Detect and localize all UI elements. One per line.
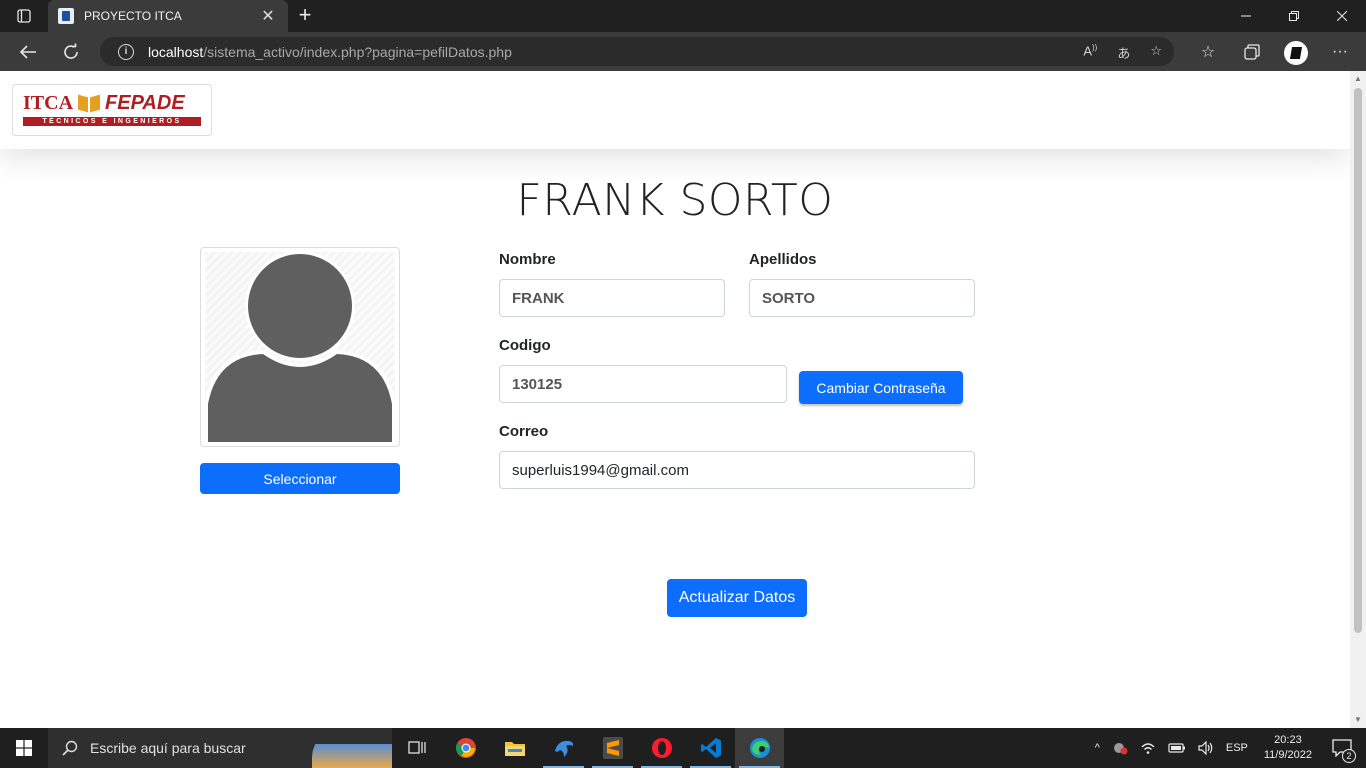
language-indicator[interactable]: ESP (1220, 742, 1254, 754)
site-header: ITCA FEPADE TÉCNICOS E INGENIEROS (0, 71, 1350, 149)
site-favicon-icon (58, 8, 74, 24)
update-data-button[interactable]: Actualizar Datos (667, 579, 807, 617)
taskbar-search[interactable]: Escribe aquí para buscar (48, 728, 392, 768)
clock-date: 11/9/2022 (1263, 749, 1312, 761)
select-photo-button[interactable]: Seleccionar (200, 463, 400, 494)
search-icon (62, 740, 78, 756)
site-info-icon[interactable]: i (118, 43, 134, 60)
battery-icon[interactable] (1162, 742, 1192, 754)
search-highlight-image (312, 728, 392, 768)
itca-fepade-logo[interactable]: ITCA FEPADE TÉCNICOS E INGENIEROS (12, 84, 212, 136)
correo-input[interactable]: superluis1994@gmail.com (499, 451, 975, 489)
windows-taskbar: Escribe aquí para buscar ^ ESP 20:23 11/… (0, 728, 1366, 768)
logo-tagline: TÉCNICOS E INGENIEROS (23, 117, 201, 126)
taskbar-clock[interactable]: 20:23 11/9/2022 (1254, 733, 1322, 763)
nombre-input[interactable]: FRANK (499, 279, 725, 317)
logo-itca-text: ITCA (23, 91, 74, 114)
change-password-button[interactable]: Cambiar Contraseña (799, 371, 963, 404)
scroll-up-icon[interactable]: ▲ (1350, 71, 1366, 87)
favorites-icon[interactable]: ☆ (1194, 38, 1222, 66)
logo-fepade-text: FEPADE (105, 91, 185, 114)
edge-icon[interactable] (735, 728, 784, 768)
address-bar[interactable]: i localhost/sistema_activo/index.php?pag… (100, 37, 1174, 66)
apellidos-input[interactable]: SORTO (749, 279, 975, 317)
address-bar-actions: A)) あ ☆ (1083, 43, 1162, 62)
codigo-input[interactable]: 130125 (499, 365, 787, 403)
notification-count-badge: 2 (1342, 749, 1356, 763)
wifi-icon[interactable] (1134, 741, 1162, 755)
page-scrollbar[interactable]: ▲ ▼ (1350, 71, 1366, 728)
sublime-text-icon[interactable] (588, 728, 637, 768)
notifications-icon[interactable]: 2 (1322, 739, 1366, 763)
vscode-icon[interactable] (686, 728, 735, 768)
scroll-thumb[interactable] (1354, 88, 1362, 633)
book-icon (77, 93, 101, 113)
show-hidden-icons-icon[interactable]: ^ (1089, 742, 1106, 754)
file-explorer-icon[interactable] (490, 728, 539, 768)
browser-actions: ☆ ··· (1194, 38, 1354, 66)
new-tab-button[interactable]: + (292, 4, 318, 28)
collections-icon[interactable] (1238, 38, 1266, 66)
task-view-icon[interactable] (392, 728, 441, 768)
codigo-label: Codigo (499, 337, 551, 354)
taskbar-apps (392, 728, 784, 768)
scroll-down-icon[interactable]: ▼ (1350, 712, 1366, 728)
read-aloud-icon[interactable]: A)) (1083, 43, 1097, 62)
refresh-icon[interactable] (56, 38, 86, 66)
search-placeholder: Escribe aquí para buscar (90, 740, 246, 756)
tab-actions-icon[interactable] (6, 4, 42, 28)
opera-icon[interactable] (637, 728, 686, 768)
apellidos-label: Apellidos (749, 251, 817, 268)
windows-start-icon[interactable] (0, 728, 48, 768)
dolphin-app-icon[interactable] (539, 728, 588, 768)
network-error-icon[interactable] (1106, 741, 1134, 755)
profile-avatar[interactable] (1282, 38, 1310, 66)
tab-close-icon[interactable]: ✕ (258, 6, 278, 26)
web-page: ITCA FEPADE TÉCNICOS E INGENIEROS FRANK … (0, 71, 1366, 728)
add-favorite-icon[interactable]: ☆ (1150, 43, 1162, 62)
tab-title: PROYECTO ITCA (84, 9, 182, 23)
profile-name-heading: FRANK SORTO (516, 175, 834, 226)
avatar (205, 252, 395, 442)
browser-tab-active[interactable]: PROYECTO ITCA ✕ (48, 0, 288, 32)
browser-tab-bar: PROYECTO ITCA ✕ + (0, 0, 1366, 32)
translate-icon[interactable]: あ (1117, 43, 1130, 62)
system-tray: ^ ESP 20:23 11/9/2022 2 (1089, 728, 1366, 768)
user-silhouette-icon (205, 252, 395, 442)
volume-icon[interactable] (1192, 741, 1220, 755)
correo-label: Correo (499, 423, 549, 440)
window-controls (1222, 0, 1366, 32)
clock-time: 20:23 (1274, 734, 1302, 746)
restore-icon[interactable] (1270, 0, 1318, 32)
minimize-icon[interactable] (1222, 0, 1270, 32)
chrome-icon[interactable] (441, 728, 490, 768)
close-window-icon[interactable] (1318, 0, 1366, 32)
nombre-label: Nombre (499, 251, 556, 268)
browser-toolbar: i localhost/sistema_activo/index.php?pag… (0, 32, 1366, 71)
back-arrow-icon[interactable] (13, 38, 43, 66)
avatar-frame (200, 247, 400, 447)
more-options-icon[interactable]: ··· (1326, 38, 1354, 66)
url-text[interactable]: localhost/sistema_activo/index.php?pagin… (148, 44, 512, 60)
